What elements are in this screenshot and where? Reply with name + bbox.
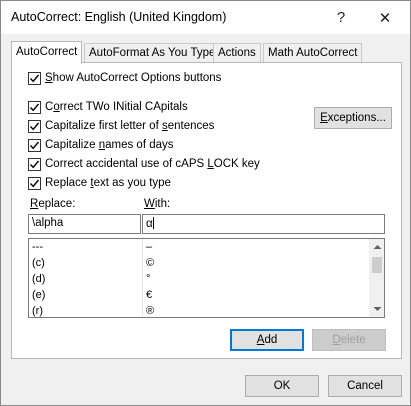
checkbox-label: Replace text as you type: [45, 177, 171, 189]
table-row[interactable]: --- –: [29, 239, 369, 256]
with-cell: ®: [146, 305, 155, 317]
ok-button[interactable]: OK: [245, 375, 319, 397]
tab-actions[interactable]: Actions: [213, 43, 261, 63]
tab-autoformat-as-you-type[interactable]: AutoFormat As You Type: [84, 43, 221, 63]
table-row[interactable]: (c) ©: [29, 255, 369, 272]
replace-cell: (d): [32, 273, 46, 285]
check-icon: [29, 103, 40, 111]
checkbox-label: Show AutoCorrect Options buttons: [45, 72, 222, 84]
checkbox-box[interactable]: [28, 71, 41, 85]
check-icon: [29, 74, 40, 82]
table-row[interactable]: (d) °: [29, 271, 369, 288]
chevron-down-icon: [373, 307, 381, 311]
checkbox-box[interactable]: [28, 119, 41, 133]
with-cell: ©: [146, 257, 155, 269]
scroll-up-arrow[interactable]: [369, 239, 384, 255]
add-button[interactable]: Add: [230, 329, 304, 351]
scroll-thumb[interactable]: [372, 257, 382, 273]
with-cell: °: [146, 273, 151, 285]
replace-cell: (e): [32, 289, 46, 301]
title-bar: AutoCorrect: English (United Kingdom) ? …: [1, 1, 410, 34]
with-cell: –: [146, 241, 153, 253]
help-button[interactable]: ?: [319, 1, 363, 34]
check-icon: [29, 122, 40, 130]
check-icon: [29, 179, 40, 187]
list-scrollbar[interactable]: [369, 239, 384, 317]
checkbox-box[interactable]: [28, 157, 41, 171]
checkbox-label: Correct TWo INitial CApitals: [45, 101, 188, 113]
autocorrect-dialog: AutoCorrect: English (United Kingdom) ? …: [0, 0, 411, 406]
autocorrect-entries-list[interactable]: --- – (c) © (d) ° (e) € (r) ®: [28, 238, 385, 318]
tab-autocorrect[interactable]: AutoCorrect: [11, 41, 83, 64]
capitalize-first-letter-checkbox[interactable]: Capitalize first letter of sentences: [28, 118, 214, 134]
show-autocorrect-options-checkbox[interactable]: Show AutoCorrect Options buttons: [28, 70, 221, 86]
cancel-button[interactable]: Cancel: [328, 375, 402, 397]
window-title: AutoCorrect: English (United Kingdom): [11, 10, 227, 24]
exceptions-button[interactable]: Exceptions...: [314, 107, 392, 129]
scroll-down-arrow[interactable]: [369, 301, 384, 317]
correct-two-initial-capitals-checkbox[interactable]: Correct TWo INitial CApitals: [28, 99, 188, 115]
table-row[interactable]: (r) ®: [29, 303, 369, 317]
with-input[interactable]: α: [142, 214, 385, 234]
chevron-up-icon: [373, 245, 381, 249]
replace-text-as-you-type-checkbox[interactable]: Replace text as you type: [28, 175, 171, 191]
replace-label: Replace:: [30, 198, 76, 210]
checkbox-label: Capitalize first letter of sentences: [45, 120, 215, 132]
replace-input[interactable]: \alpha: [28, 214, 141, 234]
checkbox-label: Correct accidental use of cAPS LOCK key: [45, 158, 260, 170]
help-icon: ?: [336, 9, 346, 26]
replace-cell: (c): [32, 257, 45, 269]
checkbox-box[interactable]: [28, 138, 41, 152]
check-icon: [29, 141, 40, 149]
with-cell: €: [146, 289, 153, 301]
checkbox-box[interactable]: [28, 100, 41, 114]
replace-cell: (r): [32, 305, 43, 317]
checkbox-label: Capitalize names of days: [45, 139, 174, 151]
close-button[interactable]: ✕: [363, 1, 407, 34]
close-icon: ✕: [378, 9, 392, 27]
check-icon: [29, 160, 40, 168]
replace-cell: ---: [32, 241, 43, 253]
table-row[interactable]: (e) €: [29, 287, 369, 304]
capitalize-names-of-days-checkbox[interactable]: Capitalize names of days: [28, 137, 174, 153]
correct-caps-lock-checkbox[interactable]: Correct accidental use of cAPS LOCK key: [28, 156, 260, 172]
checkbox-box[interactable]: [28, 176, 41, 190]
autocorrect-panel: Show AutoCorrect Options buttons Correct…: [11, 62, 402, 359]
text-caret: [152, 217, 154, 229]
delete-button[interactable]: Delete: [312, 329, 386, 351]
with-label: With:: [144, 198, 171, 210]
tab-math-autocorrect[interactable]: Math AutoCorrect: [263, 43, 363, 63]
